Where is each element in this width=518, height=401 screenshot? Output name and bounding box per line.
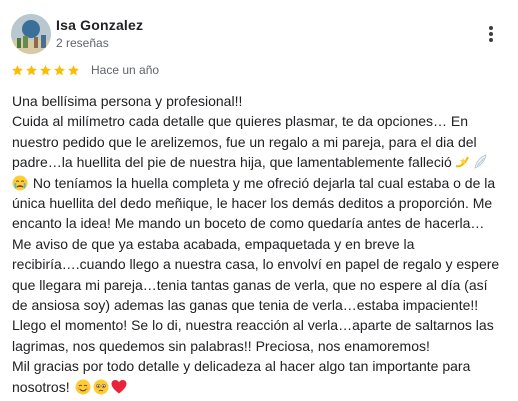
- review-line: nosotros!: [12, 377, 502, 397]
- review-line-text: No teníamos la huella completa y me ofre…: [29, 174, 496, 191]
- rating-row: Hace un año: [11, 61, 159, 79]
- crying-face-emoji: [12, 175, 28, 191]
- menu-dot: [489, 38, 493, 42]
- review-line: Me aviso de que ya estaba acabada, empaq…: [12, 235, 415, 252]
- star-rating: [11, 64, 81, 77]
- reviewer-review-count: 2 reseñas: [56, 36, 109, 50]
- review-line: No teníamos la huella completa y me ofre…: [12, 173, 502, 193]
- review-line: de ansiosa soy) ademas las ganas que ten…: [12, 297, 479, 314]
- review-line: Mil gracias por todo detalle y delicadez…: [12, 358, 471, 375]
- star-icon: [54, 64, 65, 75]
- review-line: Llego el momento! Se lo di, nuestra reac…: [12, 317, 494, 334]
- review-line: Una bellísima persona y profesional!!: [12, 93, 243, 109]
- reviewer-name[interactable]: Isa Gonzalez: [56, 17, 143, 34]
- review-header: Isa Gonzalez 2 reseñas: [11, 14, 511, 54]
- menu-dot: [489, 32, 493, 36]
- star-icon: [40, 64, 51, 75]
- review-line-text: padre…la huellita del pie de nuestra hij…: [12, 154, 452, 171]
- review-line: que llegara mi pareja…tenia tantas ganas…: [12, 276, 488, 293]
- review-line-text: nosotros!: [12, 378, 74, 395]
- more-vert-icon[interactable]: [483, 24, 499, 46]
- review-line: encanto la idea! Me mando un boceto de c…: [12, 215, 485, 232]
- wing-emoji: [474, 154, 487, 169]
- review-time: Hace un año: [91, 63, 160, 77]
- review-line: padre…la huellita del pie de nuestra hij…: [12, 152, 502, 172]
- menu-dot: [489, 26, 493, 30]
- red-heart-emoji: [111, 379, 127, 394]
- review-line: lagrimas, nos quedemos sin palabras!! Pr…: [12, 337, 430, 354]
- review-card: Isa Gonzalez 2 reseñas Hace un año Una b…: [0, 0, 518, 401]
- reviewer-info: Isa Gonzalez 2 reseñas: [56, 17, 143, 51]
- avatar-image: [11, 14, 51, 54]
- avatar[interactable]: [11, 14, 51, 54]
- dizzy-emoji: [455, 156, 469, 168]
- review-line: recibiría….cuando llego a nuestra casa, …: [12, 256, 500, 273]
- review-text: Una bellísima persona y profesional!! Cu…: [12, 91, 502, 397]
- review-line: nuestro pedido que le arelizemos, fue un…: [12, 133, 477, 150]
- smiling-face-emoji: [75, 379, 91, 395]
- star-icon: [26, 64, 37, 75]
- star-icon: [12, 64, 23, 75]
- review-line: Cuida al milímetro cada detalle que quie…: [12, 113, 469, 130]
- review-line: única huellita del dedo meñique, le hace…: [12, 195, 493, 212]
- star-icon: [68, 64, 79, 75]
- holding-back-tears-emoji: [93, 379, 109, 395]
